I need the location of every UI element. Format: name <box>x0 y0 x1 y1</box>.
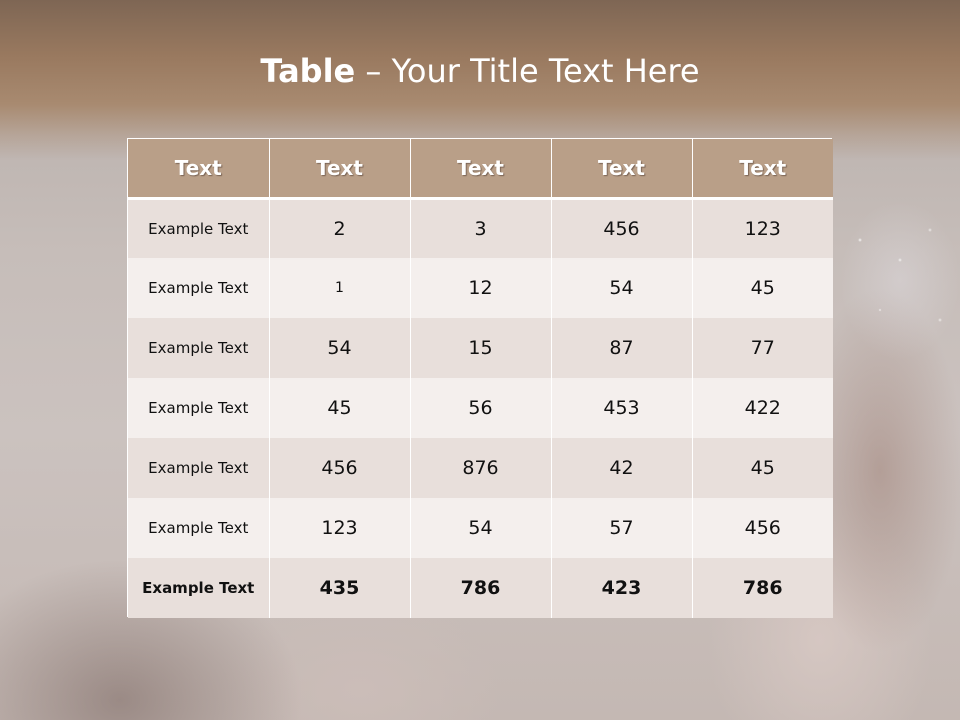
table-row: Example Text 54 15 87 77 <box>128 318 833 378</box>
table-header-row: Text Text Text Text Text <box>128 139 833 200</box>
table-cell: 54 <box>551 258 693 318</box>
table-cell: 423 <box>551 558 693 618</box>
title-rest: – Your Title Text Here <box>355 52 700 90</box>
table-cell: 42 <box>551 438 693 498</box>
table: Text Text Text Text Text Example Text 2 … <box>128 139 833 618</box>
table-row: Example Text 123 54 57 456 <box>128 498 833 558</box>
header-cell: Text <box>128 139 270 200</box>
table-cell: 456 <box>551 198 693 258</box>
title-bold: Table <box>260 52 356 90</box>
table-cell: 422 <box>692 378 833 438</box>
row-label: Example Text <box>128 378 270 438</box>
header-cell: Text <box>692 139 833 200</box>
table-cell: 56 <box>410 378 552 438</box>
row-label: Example Text <box>128 498 270 558</box>
row-label: Example Text <box>128 318 270 378</box>
header-cell: Text <box>269 139 411 200</box>
table-cell: 87 <box>551 318 693 378</box>
background-lights <box>830 200 960 360</box>
table-cell: 1 <box>269 258 411 318</box>
table-cell: 2 <box>269 198 411 258</box>
table-cell: 57 <box>551 498 693 558</box>
slide-title: Table – Your Title Text Here <box>0 52 960 90</box>
table-cell: 453 <box>551 378 693 438</box>
table-cell: 45 <box>692 258 833 318</box>
header-cell: Text <box>410 139 552 200</box>
table-cell: 45 <box>269 378 411 438</box>
table-cell: 456 <box>269 438 411 498</box>
table-cell: 123 <box>269 498 411 558</box>
table-row: Example Text 1 12 54 45 <box>128 258 833 318</box>
table-cell: 876 <box>410 438 552 498</box>
table-cell: 456 <box>692 498 833 558</box>
table-cell: 12 <box>410 258 552 318</box>
header-cell: Text <box>551 139 693 200</box>
table-cell: 15 <box>410 318 552 378</box>
table-row: Example Text 456 876 42 45 <box>128 438 833 498</box>
table-cell: 123 <box>692 198 833 258</box>
table-cell: 54 <box>269 318 411 378</box>
table-cell: 77 <box>692 318 833 378</box>
table-row: Example Text 45 56 453 422 <box>128 378 833 438</box>
row-label: Example Text <box>128 258 270 318</box>
table-cell: 435 <box>269 558 411 618</box>
table-cell: 786 <box>692 558 833 618</box>
row-label: Example Text <box>128 198 270 258</box>
table-cell: 786 <box>410 558 552 618</box>
table-cell: 54 <box>410 498 552 558</box>
table-row: Example Text 2 3 456 123 <box>128 198 833 258</box>
table-cell: 45 <box>692 438 833 498</box>
table-cell: 3 <box>410 198 552 258</box>
row-label: Example Text <box>128 558 270 618</box>
data-table: Text Text Text Text Text Example Text 2 … <box>127 138 833 618</box>
row-label: Example Text <box>128 438 270 498</box>
table-row-total: Example Text 435 786 423 786 <box>128 558 833 618</box>
